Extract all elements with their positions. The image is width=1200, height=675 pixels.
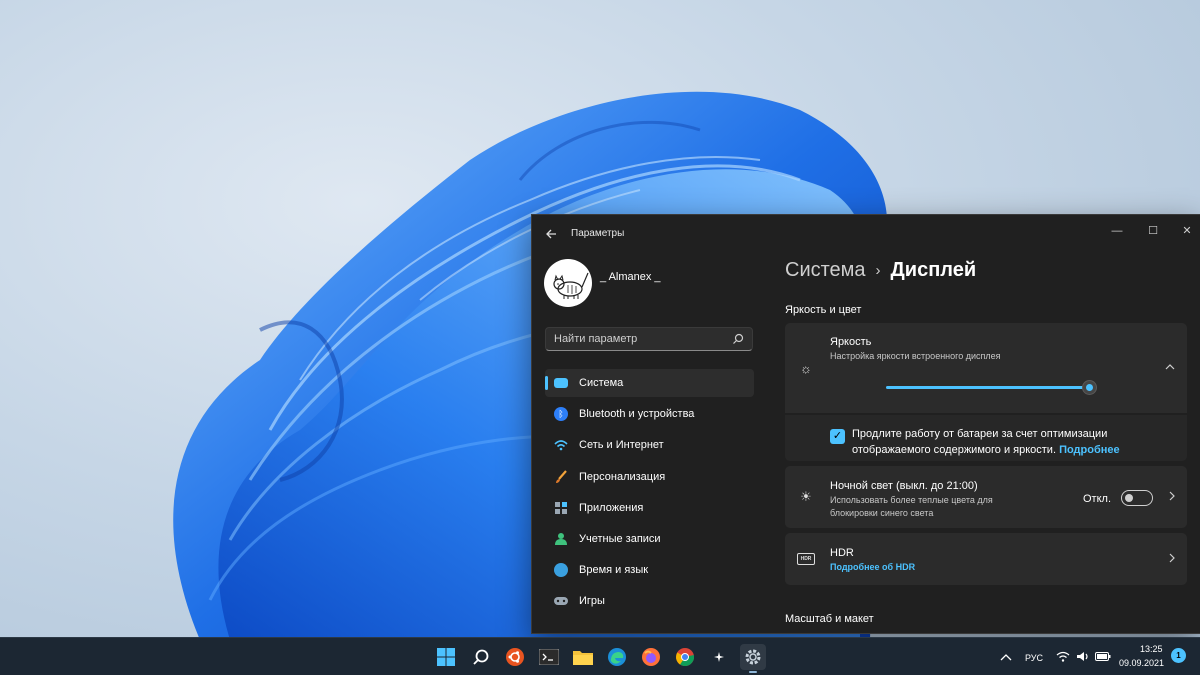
person-icon bbox=[554, 532, 568, 546]
settings-icon[interactable] bbox=[740, 644, 766, 673]
search-icon[interactable] bbox=[468, 644, 494, 670]
brightness-slider-track[interactable] bbox=[886, 386, 1089, 389]
section-brightness-title: Яркость и цвет bbox=[785, 304, 862, 316]
sidebar-item-network[interactable]: Сеть и Интернет bbox=[545, 431, 754, 459]
brightness-card[interactable]: ☼ Яркость Настройка яркости встроенного … bbox=[785, 323, 1187, 413]
night-light-description-2: блокировки синего света bbox=[830, 508, 934, 518]
profile-name: _ Almanex _ bbox=[600, 271, 661, 283]
generic-app-icon[interactable] bbox=[706, 644, 732, 670]
apps-icon bbox=[554, 501, 568, 515]
back-button[interactable] bbox=[540, 224, 562, 244]
night-light-title: Ночной свет (выкл. до 21:00) bbox=[830, 480, 978, 492]
night-light-card[interactable]: ☀ Ночной свет (выкл. до 21:00) Использов… bbox=[785, 466, 1187, 528]
chevron-right-icon[interactable] bbox=[1169, 553, 1175, 566]
brightness-slider-thumb[interactable] bbox=[1082, 380, 1097, 395]
chevron-up-icon[interactable] bbox=[1165, 361, 1175, 373]
clock-time[interactable]: 13:25 bbox=[1140, 644, 1163, 654]
close-button[interactable]: ✕ bbox=[1172, 221, 1200, 241]
minimize-button[interactable]: — bbox=[1102, 221, 1132, 241]
breadcrumb: Система › Дисплей bbox=[785, 259, 976, 282]
avatar[interactable] bbox=[544, 259, 592, 307]
sidebar-item-label: Приложения bbox=[579, 501, 644, 514]
night-light-description-1: Использовать более теплые цвета для bbox=[830, 495, 993, 505]
language-indicator[interactable]: РУС bbox=[1025, 653, 1043, 663]
night-light-toggle[interactable] bbox=[1121, 490, 1153, 506]
sidebar-item-system[interactable]: Система bbox=[545, 369, 754, 397]
sidebar-nav: Система ᛒ Bluetooth и устройства Сеть и … bbox=[545, 369, 754, 619]
chevron-up-icon[interactable] bbox=[1000, 653, 1012, 661]
night-light-icon: ☀ bbox=[800, 489, 812, 504]
file-explorer-icon[interactable] bbox=[570, 644, 596, 670]
breadcrumb-parent[interactable]: Система bbox=[785, 259, 866, 282]
chrome-icon[interactable] bbox=[672, 644, 698, 670]
window-title: Параметры bbox=[571, 228, 625, 239]
wifi-icon bbox=[554, 438, 568, 452]
terminal-icon[interactable] bbox=[536, 644, 562, 670]
sidebar-item-gaming[interactable]: Игры bbox=[545, 587, 754, 615]
hdr-more-link[interactable]: Подробнее об HDR bbox=[830, 561, 915, 574]
brightness-description: Настройка яркости встроенного дисплея bbox=[830, 351, 1001, 361]
cat-drawing-icon bbox=[553, 272, 589, 299]
sidebar-item-time-language[interactable]: Время и язык bbox=[545, 556, 754, 584]
sidebar-item-label: Игры bbox=[579, 595, 605, 608]
title-bar: Параметры — ☐ ✕ bbox=[532, 215, 1200, 253]
hdr-icon: HDR bbox=[797, 553, 815, 565]
section-scale-title: Масштаб и макет bbox=[785, 613, 874, 625]
sidebar-item-label: Система bbox=[579, 377, 624, 389]
battery-saver-checkbox[interactable]: ✓ bbox=[830, 429, 845, 444]
sidebar-item-label: Время и язык bbox=[579, 564, 649, 577]
sidebar-item-label: Учетные записи bbox=[579, 532, 661, 545]
search-box[interactable] bbox=[545, 327, 753, 351]
breadcrumb-separator: › bbox=[875, 262, 881, 279]
battery-saver-text: Продлите работу от батареи за счет оптим… bbox=[852, 426, 1172, 458]
globe-clock-icon bbox=[554, 563, 568, 578]
page-title: Дисплей bbox=[890, 259, 977, 281]
sidebar-item-accounts[interactable]: Учетные записи bbox=[545, 525, 754, 553]
clock-date[interactable]: 09.09.2021 bbox=[1119, 658, 1164, 668]
sidebar-item-label: Персонализация bbox=[579, 470, 666, 483]
ubuntu-icon[interactable] bbox=[502, 644, 528, 670]
gamepad-icon bbox=[554, 594, 568, 608]
battery-saver-more-link[interactable]: Подробнее bbox=[1059, 444, 1120, 456]
sidebar-item-label: Сеть и Интернет bbox=[579, 439, 664, 452]
sidebar-item-label: Bluetooth и устройства bbox=[579, 408, 695, 421]
wifi-icon[interactable] bbox=[1056, 651, 1070, 662]
notification-badge[interactable]: 1 bbox=[1171, 648, 1186, 663]
night-light-state: Откл. bbox=[1083, 493, 1112, 505]
speaker-icon[interactable] bbox=[1076, 651, 1090, 662]
firefox-icon[interactable] bbox=[638, 644, 664, 670]
maximize-button[interactable]: ☐ bbox=[1138, 221, 1168, 241]
brightness-title: Яркость bbox=[830, 336, 872, 348]
monitor-icon bbox=[554, 378, 568, 388]
sidebar-item-personalization[interactable]: Персонализация bbox=[545, 463, 754, 491]
hdr-title: HDR bbox=[830, 547, 854, 559]
battery-saver-card: ✓ Продлите работу от батареи за счет опт… bbox=[785, 415, 1187, 461]
search-icon[interactable] bbox=[732, 333, 744, 345]
chevron-right-icon[interactable] bbox=[1169, 491, 1175, 504]
taskbar: РУС 13:25 09.09.2021 bbox=[0, 637, 1200, 675]
sidebar-item-bluetooth[interactable]: ᛒ Bluetooth и устройства bbox=[545, 400, 754, 428]
search-input[interactable] bbox=[546, 328, 726, 350]
hdr-card[interactable]: HDR HDR Подробнее об HDR bbox=[785, 533, 1187, 585]
arrow-left-icon bbox=[546, 229, 556, 239]
brush-icon bbox=[554, 469, 568, 484]
bluetooth-icon: ᛒ bbox=[554, 407, 568, 422]
settings-window: Параметры — ☐ ✕ _ Almanex _ Система bbox=[531, 214, 1200, 634]
windows-start-icon[interactable] bbox=[433, 644, 459, 670]
sidebar-item-apps[interactable]: Приложения bbox=[545, 494, 754, 522]
sun-icon: ☼ bbox=[800, 361, 812, 376]
edge-icon[interactable] bbox=[604, 644, 630, 670]
battery-icon[interactable] bbox=[1095, 652, 1111, 661]
